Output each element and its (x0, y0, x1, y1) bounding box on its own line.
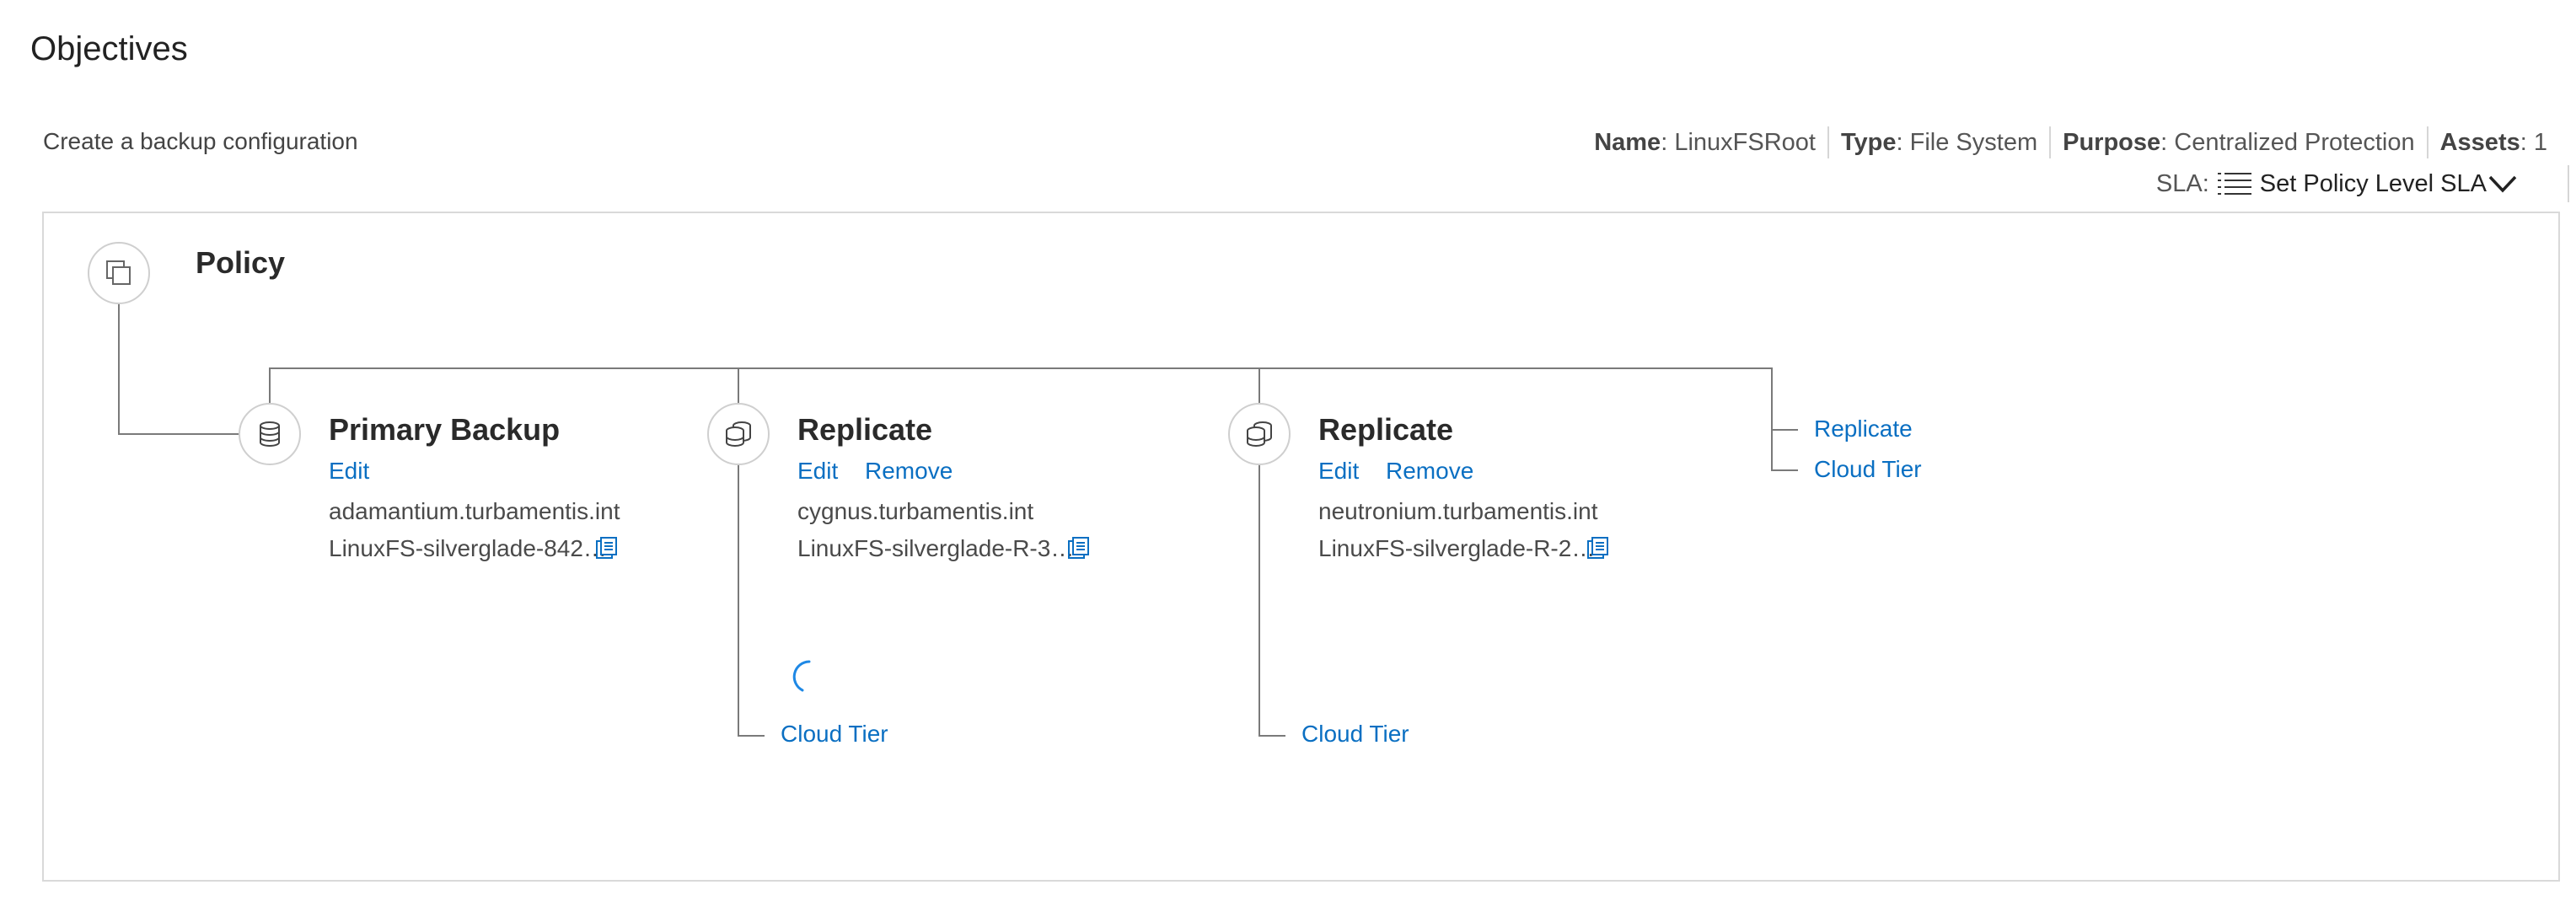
connector-top-bus (269, 367, 1773, 369)
primary-edit-link[interactable]: Edit (329, 458, 369, 485)
policy-meta: Name: LinuxFSRoot Type: File System Purp… (1582, 126, 2559, 158)
database-stack-icon (726, 421, 751, 447)
connector-replicate1-down (738, 465, 739, 737)
connector-policy-vertical (118, 304, 120, 435)
connector-replicate1-drop (738, 367, 739, 403)
add-cloud-tier-link[interactable]: Cloud Tier (1814, 456, 1922, 483)
replicate-1-storage: LinuxFS-silverglade-R-3… (797, 535, 1075, 561)
copy-stack-icon (106, 260, 131, 285)
copy-icon[interactable] (1586, 536, 1610, 560)
policy-title: Policy (196, 245, 286, 280)
database-icon (260, 421, 280, 447)
database-stack-icon (1247, 421, 1272, 447)
connector-replicate2-cloudtier (1258, 735, 1285, 737)
copy-icon[interactable] (1067, 536, 1091, 560)
policy-canvas: Policy Primary Backup Edit adamantium.tu… (42, 212, 2560, 882)
meta-assets: Assets: 1 (2426, 126, 2559, 158)
replicate-1-node (707, 403, 770, 465)
replicate-1-title: Replicate (797, 412, 933, 447)
connector-replicate2-drop (1258, 367, 1260, 403)
connector-replicate2-down (1258, 465, 1260, 737)
connector-add-vertical (1771, 367, 1773, 471)
replicate-1-host: cygnus.turbamentis.int (797, 498, 1034, 524)
sla-label: SLA: (2155, 169, 2209, 197)
meta-purpose: Purpose: Centralized Protection (2049, 126, 2426, 158)
replicate-2-cloud-tier-link[interactable]: Cloud Tier (1301, 721, 1409, 748)
policy-node (88, 242, 150, 304)
connector-add-cloudtier (1771, 469, 1798, 471)
meta-name: Name: LinuxFSRoot (1594, 129, 1816, 156)
primary-host: adamantium.turbamentis.int (329, 498, 620, 524)
connector-replicate1-cloudtier (738, 735, 765, 737)
replicate-1-edit-link[interactable]: Edit (797, 458, 838, 485)
sla-value: Set Policy Level SLA (2259, 169, 2487, 197)
connector-add-replicate (1771, 429, 1798, 431)
replicate-1-cloud-tier-link[interactable]: Cloud Tier (781, 721, 888, 748)
replicate-2-node (1228, 403, 1291, 465)
page-subtitle: Create a backup configuration (43, 128, 358, 154)
copy-icon[interactable] (595, 536, 619, 560)
replicate-2-remove-link[interactable]: Remove (1386, 458, 1473, 485)
chevron-down-icon[interactable] (2488, 174, 2517, 193)
loading-spinner-icon (792, 660, 811, 692)
replicate-2-storage: LinuxFS-silverglade-R-2… (1318, 535, 1596, 561)
sla-selector[interactable]: SLA: Set Policy Level SLA (2156, 165, 2569, 202)
primary-storage: LinuxFS-silverglade-842… (329, 535, 607, 561)
replicate-2-edit-link[interactable]: Edit (1318, 458, 1359, 485)
add-replicate-link[interactable]: Replicate (1814, 416, 1913, 442)
replicate-1-remove-link[interactable]: Remove (865, 458, 953, 485)
replicate-2-title: Replicate (1318, 412, 1454, 447)
primary-backup-title: Primary Backup (329, 412, 561, 447)
primary-backup-node (239, 403, 301, 465)
connector-primary-drop (269, 367, 271, 403)
meta-type: Type: File System (1827, 126, 2049, 158)
replicate-2-host: neutronium.turbamentis.int (1318, 498, 1598, 524)
page-title: Objectives (30, 30, 188, 67)
list-icon (2217, 173, 2251, 195)
